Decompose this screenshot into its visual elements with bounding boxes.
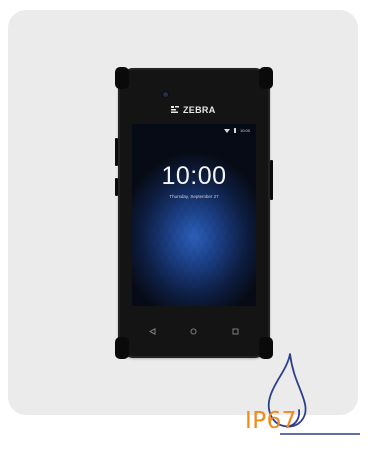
side-button — [270, 160, 273, 200]
nav-bar — [132, 324, 256, 338]
corner-bumper — [259, 67, 273, 89]
wifi-icon — [223, 128, 230, 133]
side-button — [115, 178, 118, 196]
lock-screen: 10:00 10:00 Thursday, September 27 — [132, 124, 256, 306]
corner-bumper — [115, 67, 129, 89]
side-button — [115, 138, 118, 166]
zebra-logo-icon — [171, 106, 179, 113]
status-bar: 10:00 — [223, 128, 250, 133]
battery-icon — [233, 128, 236, 133]
corner-bumper — [115, 337, 129, 359]
rugged-phone: ZEBRA 10:00 10:00 Thursday, September 27 — [115, 67, 273, 359]
front-camera — [163, 92, 168, 97]
brand-mark: ZEBRA — [170, 105, 216, 115]
back-triangle-icon[interactable] — [148, 326, 158, 336]
lock-clock: 10:00 — [161, 162, 227, 190]
ip67-badge: IP67 — [238, 352, 368, 456]
brand-name: ZEBRA — [183, 105, 216, 115]
home-circle-icon[interactable] — [189, 326, 199, 336]
status-time: 10:00 — [239, 128, 250, 133]
ip67-label: IP67 — [245, 408, 297, 434]
recents-square-icon[interactable] — [230, 326, 240, 336]
water-drop-icon — [267, 353, 360, 435]
lock-date: Thursday, September 27 — [169, 194, 219, 199]
